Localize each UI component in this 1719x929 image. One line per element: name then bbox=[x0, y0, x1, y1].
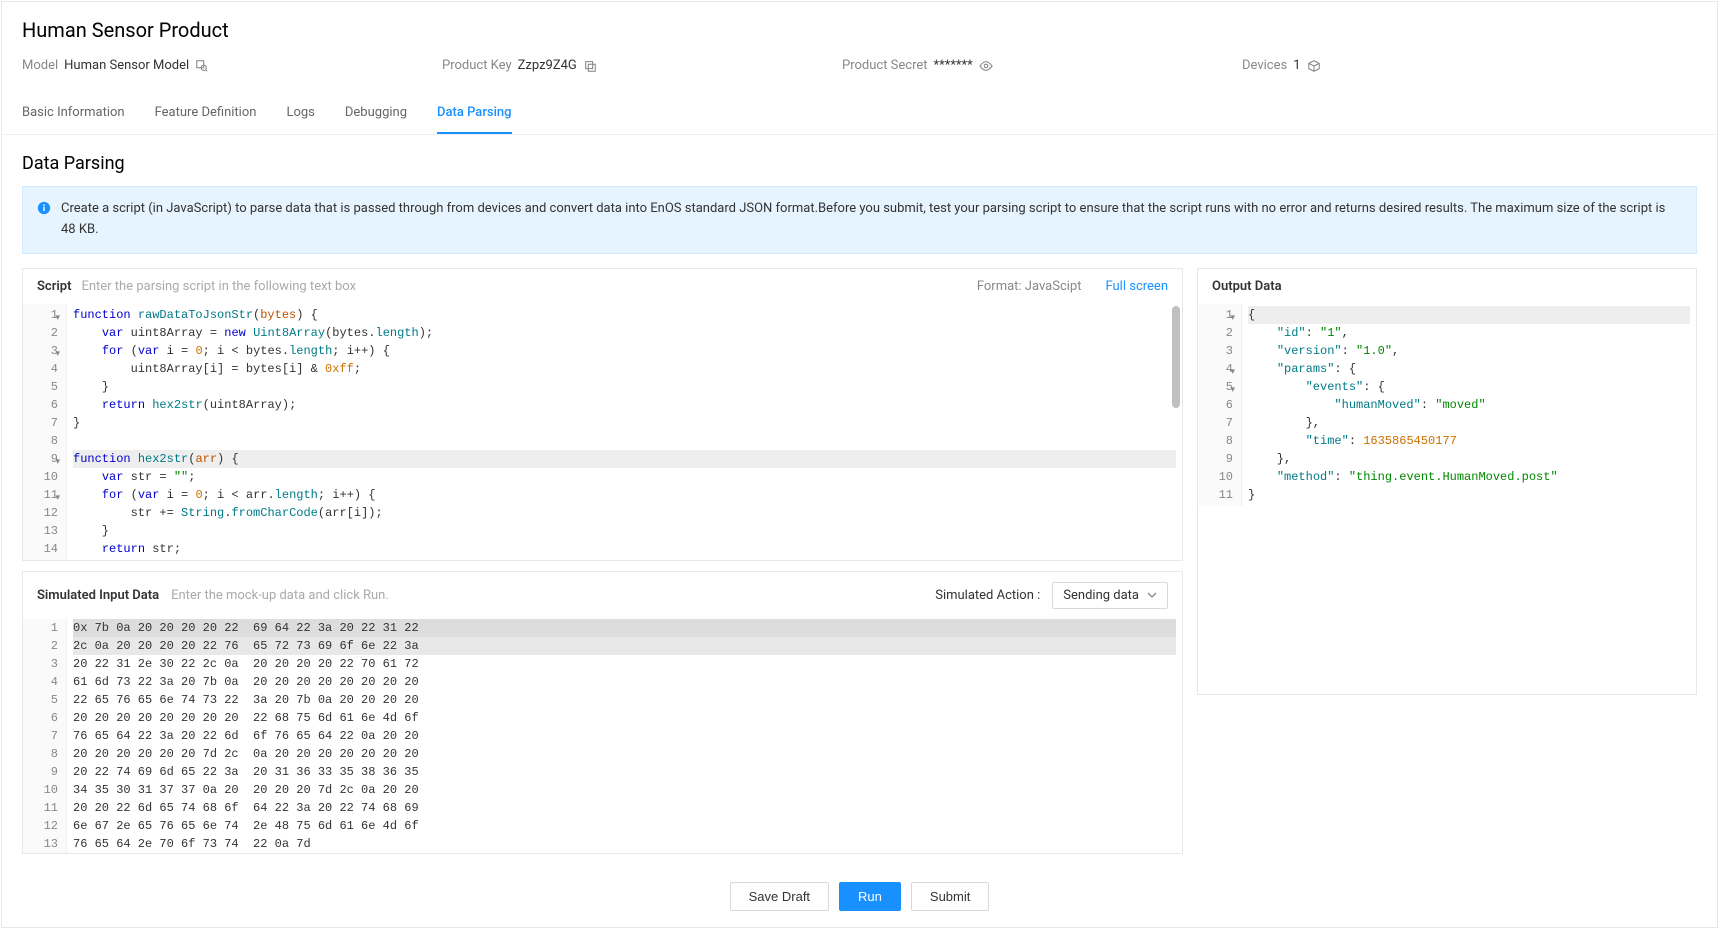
save-draft-button[interactable]: Save Draft bbox=[730, 882, 829, 911]
product-secret-value: ******* bbox=[934, 58, 973, 73]
eye-icon[interactable] bbox=[979, 59, 993, 73]
sim-action-label: Simulated Action : bbox=[935, 588, 1040, 603]
script-editor[interactable]: 1▾23▾456789▾1011▾121314 function rawData… bbox=[23, 304, 1182, 560]
output-editor[interactable]: 1▾234▾5▾67891011 { "id": "1", "version":… bbox=[1198, 304, 1696, 694]
copy-icon[interactable] bbox=[583, 59, 597, 73]
section-title: Data Parsing bbox=[2, 135, 1717, 182]
output-panel: Output Data 1▾234▾5▾67891011 { "id": "1"… bbox=[1197, 268, 1697, 695]
product-key-value: Zzpz9Z4G bbox=[518, 58, 577, 73]
format-label: Format: JavaScipt bbox=[977, 279, 1082, 294]
model-label: Model bbox=[22, 58, 58, 73]
devices-count: 1 bbox=[1293, 58, 1300, 73]
scrollbar[interactable] bbox=[1172, 306, 1180, 408]
page-title: Human Sensor Product bbox=[22, 18, 1697, 42]
output-title: Output Data bbox=[1212, 279, 1282, 294]
sim-action-value: Sending data bbox=[1063, 588, 1139, 603]
alert-text: Create a script (in JavaScript) to parse… bbox=[61, 199, 1682, 241]
fullscreen-link[interactable]: Full screen bbox=[1105, 279, 1168, 294]
devices-label: Devices bbox=[1242, 58, 1287, 73]
product-key-label: Product Key bbox=[442, 58, 512, 73]
model-view-icon[interactable] bbox=[195, 59, 209, 73]
cube-icon[interactable] bbox=[1307, 59, 1321, 73]
sim-title: Simulated Input Data bbox=[37, 588, 159, 603]
model-value: Human Sensor Model bbox=[64, 58, 189, 73]
tab-feature-definition[interactable]: Feature Definition bbox=[155, 93, 257, 134]
tab-debugging[interactable]: Debugging bbox=[345, 93, 407, 134]
sim-panel: Simulated Input Data Enter the mock-up d… bbox=[22, 571, 1183, 854]
hex-editor[interactable]: 12345678910111213 0x 7b 0a 20 20 20 20 2… bbox=[23, 619, 1182, 853]
info-icon bbox=[37, 201, 51, 215]
chevron-down-icon bbox=[1147, 590, 1157, 600]
script-hint: Enter the parsing script in the followin… bbox=[81, 279, 356, 294]
submit-button[interactable]: Submit bbox=[911, 882, 989, 911]
tab-logs[interactable]: Logs bbox=[286, 93, 314, 134]
tab-data-parsing[interactable]: Data Parsing bbox=[437, 93, 512, 134]
script-title: Script bbox=[37, 279, 71, 294]
sim-action-select[interactable]: Sending data bbox=[1052, 582, 1168, 609]
sim-hint: Enter the mock-up data and click Run. bbox=[171, 588, 389, 603]
tab-basic-information[interactable]: Basic Information bbox=[22, 93, 125, 134]
product-secret-label: Product Secret bbox=[842, 58, 928, 73]
run-button[interactable]: Run bbox=[839, 882, 901, 911]
script-panel: Script Enter the parsing script in the f… bbox=[22, 268, 1183, 561]
